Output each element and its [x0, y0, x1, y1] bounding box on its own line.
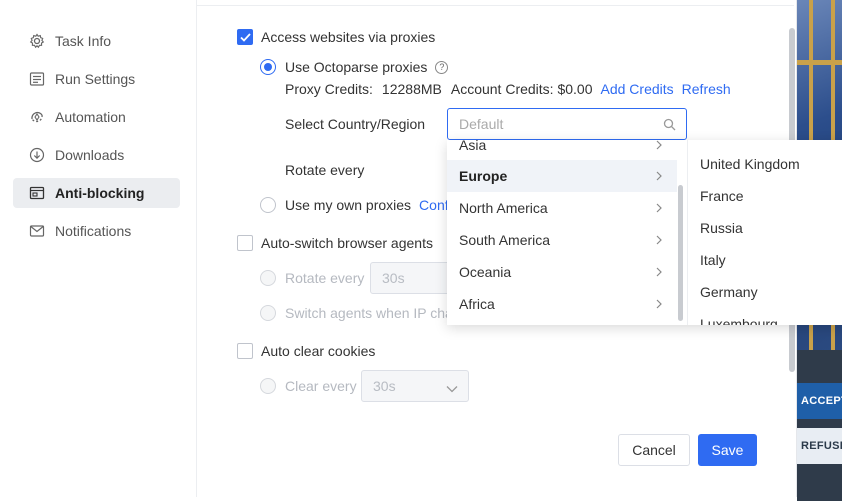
sidebar-item-anti-blocking[interactable]: Anti-blocking — [13, 178, 180, 208]
auto-clear-cookies-checkbox[interactable] — [237, 343, 253, 359]
region-label: Oceania — [459, 264, 512, 280]
country-region-select[interactable]: Default — [447, 108, 687, 140]
list-icon — [29, 71, 45, 87]
auto-clear-cookies-option[interactable]: Auto clear cookies — [237, 343, 375, 359]
agents-rotate-value: 30s — [382, 270, 405, 286]
use-octoparse-proxies-option[interactable]: Use Octoparse proxies ? — [260, 59, 449, 75]
proxy-credits-label: Proxy Credits: — [285, 81, 373, 97]
access-proxies-checkbox[interactable] — [237, 29, 253, 45]
region-scrollbar[interactable] — [678, 185, 683, 321]
region-column: Asia Europe North America South America … — [447, 140, 688, 325]
refresh-link[interactable]: Refresh — [682, 81, 731, 97]
divider — [197, 5, 794, 6]
country-option[interactable]: France — [688, 180, 842, 212]
sidebar-item-task-info[interactable]: Task Info — [13, 26, 180, 56]
background-accept-button: ACCEPT — [797, 383, 842, 419]
use-own-proxies-option[interactable]: Use my own proxies Conf — [260, 197, 449, 213]
region-option-oceania[interactable]: Oceania — [447, 256, 677, 288]
region-label: Africa — [459, 296, 495, 312]
rotate-every-label: Rotate every — [285, 162, 365, 178]
automation-icon — [29, 109, 45, 125]
country-option[interactable]: Italy — [688, 244, 842, 276]
clear-every-radio[interactable] — [260, 378, 276, 394]
background-banner — [797, 350, 842, 501]
chevron-right-icon — [656, 299, 662, 309]
auto-switch-agents-option[interactable]: Auto-switch browser agents — [237, 235, 433, 251]
auto-clear-cookies-label: Auto clear cookies — [261, 343, 376, 359]
use-own-proxies-label: Use my own proxies — [285, 197, 412, 213]
auto-switch-agents-label: Auto-switch browser agents — [261, 235, 433, 251]
sidebar-item-label: Run Settings — [55, 71, 136, 87]
chevron-right-icon — [656, 203, 662, 213]
switch-on-ip-change-label: Switch agents when IP cha — [285, 305, 453, 321]
chevron-right-icon — [656, 235, 662, 245]
country-option[interactable]: Germany — [688, 276, 842, 308]
download-icon — [29, 147, 45, 163]
access-proxies-option[interactable]: Access websites via proxies — [237, 29, 435, 45]
region-option-south-america[interactable]: South America — [447, 224, 677, 256]
chevron-right-icon — [656, 267, 662, 277]
clear-every-select[interactable]: 30s — [361, 370, 469, 402]
cancel-button[interactable]: Cancel — [618, 434, 690, 466]
sidebar-item-label: Automation — [55, 109, 126, 125]
use-octoparse-proxies-label: Use Octoparse proxies — [285, 59, 428, 75]
country-region-label: Select Country/Region — [285, 116, 426, 132]
agents-rotate-option: Rotate every — [260, 270, 364, 286]
gear-icon — [29, 33, 45, 49]
agents-rotate-radio[interactable] — [260, 270, 276, 286]
help-icon[interactable]: ? — [435, 60, 449, 74]
clear-every-label: Clear every — [285, 378, 357, 394]
chevron-right-icon — [656, 171, 662, 181]
proxy-credits-value: 12288MB — [381, 81, 442, 97]
clear-every-value: 30s — [373, 378, 396, 394]
sidebar-item-run-settings[interactable]: Run Settings — [13, 64, 180, 94]
configure-proxies-link[interactable]: Conf — [419, 197, 449, 213]
chevron-down-icon — [446, 381, 458, 397]
settings-sidebar: Task Info Run Settings Automation Downlo… — [0, 0, 197, 497]
chevron-right-icon — [656, 140, 662, 150]
clear-every-option: Clear every — [260, 378, 357, 394]
sidebar-item-label: Notifications — [55, 223, 132, 239]
agents-rotate-label: Rotate every — [285, 270, 365, 286]
background-refuse-button: REFUSE — [797, 428, 842, 464]
country-region-placeholder: Default — [459, 116, 504, 132]
search-icon — [663, 118, 676, 134]
save-button[interactable]: Save — [698, 434, 757, 466]
country-option[interactable]: Luxembourg — [688, 308, 842, 325]
account-credits: Account Credits: $0.00 — [450, 81, 593, 97]
access-proxies-label: Access websites via proxies — [261, 29, 436, 45]
switch-on-ip-change-option: Switch agents when IP cha — [260, 305, 453, 321]
browser-shield-icon — [29, 185, 45, 201]
sidebar-item-automation[interactable]: Automation — [13, 102, 180, 132]
sidebar-item-label: Task Info — [55, 33, 112, 49]
auto-switch-agents-checkbox[interactable] — [237, 235, 253, 251]
country-option[interactable]: United Kingdom — [688, 148, 842, 180]
mail-icon — [29, 223, 45, 239]
use-octoparse-proxies-radio[interactable] — [260, 59, 276, 75]
credits-row: Proxy Credits: 12288MB Account Credits: … — [285, 81, 731, 97]
add-credits-link[interactable]: Add Credits — [601, 81, 674, 97]
switch-on-ip-change-radio[interactable] — [260, 305, 276, 321]
country-column: United Kingdom France Russia Italy Germa… — [688, 140, 842, 325]
country-option[interactable]: Russia — [688, 212, 842, 244]
sidebar-item-notifications[interactable]: Notifications — [13, 216, 180, 246]
sidebar-item-label: Downloads — [55, 147, 125, 163]
region-label: South America — [459, 232, 551, 248]
region-option-asia[interactable]: Asia — [447, 140, 677, 161]
sidebar-item-downloads[interactable]: Downloads — [13, 140, 180, 170]
region-option-north-america[interactable]: North America — [447, 192, 677, 224]
use-own-proxies-radio[interactable] — [260, 197, 276, 213]
country-region-dropdown: Asia Europe North America South America … — [447, 140, 842, 325]
region-label: North America — [459, 200, 548, 216]
region-option-europe[interactable]: Europe — [447, 160, 677, 192]
region-label: Europe — [459, 168, 508, 184]
region-label: Asia — [459, 140, 487, 153]
region-option-africa[interactable]: Africa — [447, 288, 677, 320]
sidebar-item-label: Anti-blocking — [55, 185, 145, 201]
agents-rotate-select[interactable]: 30s — [370, 262, 450, 294]
